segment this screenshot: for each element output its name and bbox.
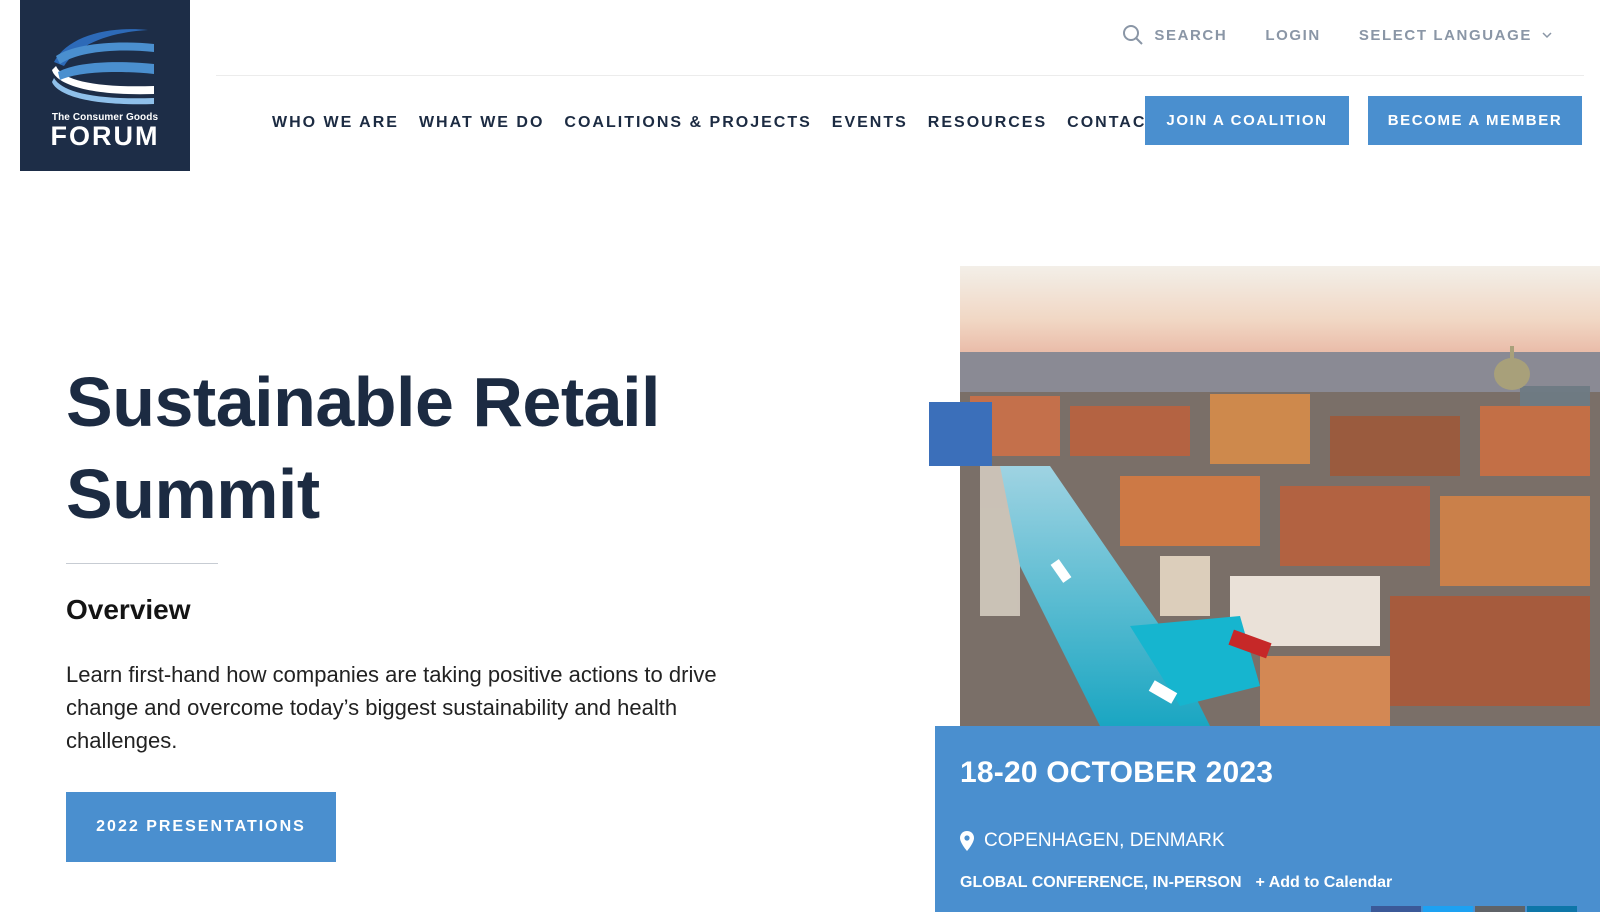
site-logo[interactable]: The Consumer Goods FORUM <box>20 0 190 171</box>
social-share-bar <box>1371 906 1577 912</box>
nav-coalitions-projects[interactable]: COALITIONS & PROJECTS <box>564 114 811 132</box>
presentations-button[interactable]: 2022 PRESENTATIONS <box>66 792 336 862</box>
twitter-share-icon[interactable] <box>1423 906 1473 912</box>
overview-description: Learn first-hand how companies are takin… <box>66 662 717 753</box>
event-location: COPENHAGEN, DENMARK <box>960 830 1225 852</box>
logo-name: FORUM <box>50 121 160 151</box>
search-link[interactable]: SEARCH <box>1122 24 1227 46</box>
language-label: SELECT LANGUAGE <box>1358 26 1532 44</box>
main-nav: WHO WE ARE WHAT WE DO COALITIONS & PROJE… <box>272 114 1158 132</box>
facebook-share-icon[interactable] <box>1371 906 1421 912</box>
become-member-button[interactable]: BECOME A MEMBER <box>1368 96 1582 145</box>
search-label: SEARCH <box>1154 26 1228 44</box>
login-link[interactable]: LOGIN <box>1265 27 1321 44</box>
chevron-down-icon <box>1542 32 1552 39</box>
map-pin-icon <box>960 831 974 851</box>
event-info-card: 18-20 OCTOBER 2023 COPENHAGEN, DENMARK G… <box>935 726 1600 912</box>
page-title: Sustainable Retail Summit <box>66 356 826 540</box>
add-to-calendar-link[interactable]: + Add to Calendar <box>1256 874 1393 892</box>
nav-what-we-do[interactable]: WHAT WE DO <box>419 114 544 132</box>
event-type: GLOBAL CONFERENCE, IN-PERSON <box>960 874 1242 891</box>
nav-who-we-are[interactable]: WHO WE ARE <box>272 114 399 132</box>
event-location-label: COPENHAGEN, DENMARK <box>984 830 1225 851</box>
event-meta: GLOBAL CONFERENCE, IN-PERSON + Add to Ca… <box>960 874 1392 892</box>
email-share-icon[interactable] <box>1475 906 1525 912</box>
title-divider <box>66 563 218 564</box>
nav-resources[interactable]: RESOURCES <box>928 114 1047 132</box>
logo-swoosh-icon <box>52 29 154 105</box>
page-title-line1: Sustainable Retail <box>66 363 660 441</box>
header-divider <box>216 75 1584 76</box>
utility-bar: SEARCH LOGIN SELECT LANGUAGE <box>1122 24 1552 46</box>
nav-events[interactable]: EVENTS <box>832 114 908 132</box>
overview-heading: Overview <box>66 594 191 625</box>
search-icon <box>1123 25 1144 45</box>
event-date: 18-20 OCTOBER 2023 <box>960 756 1274 789</box>
join-coalition-button[interactable]: JOIN A COALITION <box>1145 96 1349 145</box>
page-title-line2: Summit <box>66 455 320 533</box>
city-photo <box>960 266 1600 726</box>
login-label: LOGIN <box>1265 26 1321 44</box>
accent-square <box>929 402 992 466</box>
linkedin-share-icon[interactable] <box>1527 906 1577 912</box>
language-select[interactable]: SELECT LANGUAGE <box>1359 27 1552 44</box>
